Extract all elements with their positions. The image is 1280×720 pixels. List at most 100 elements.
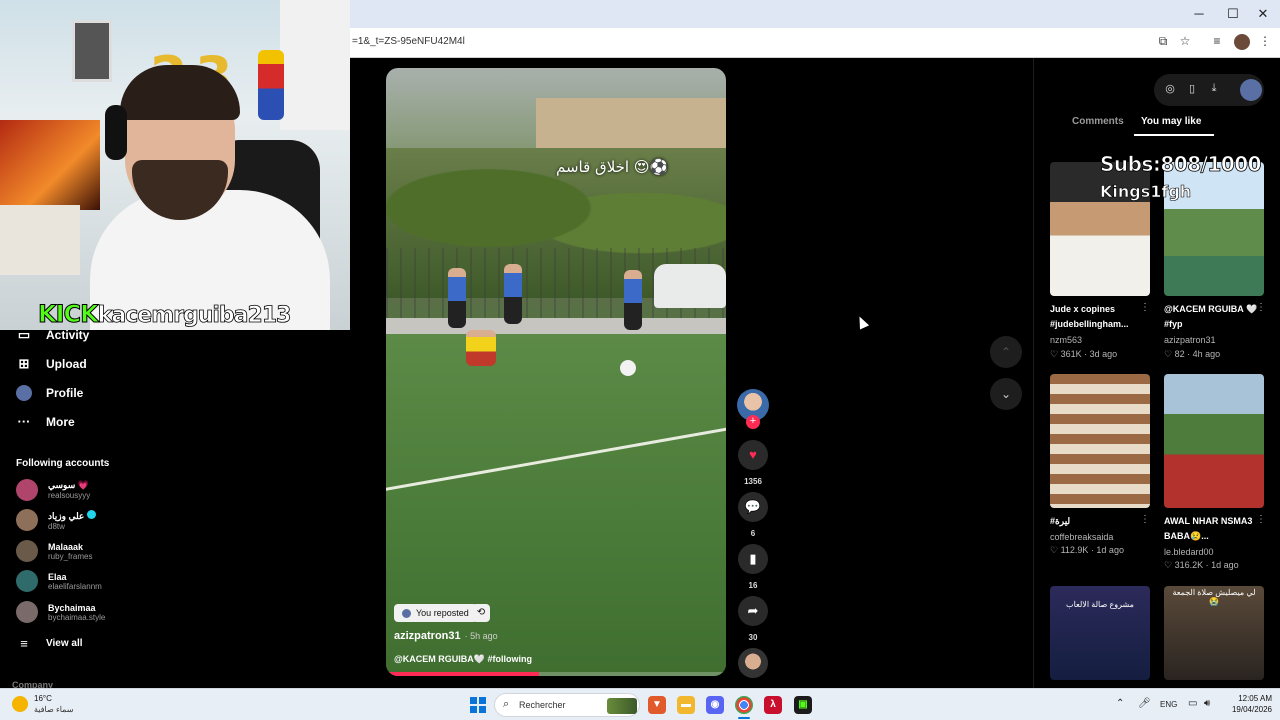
view-all-link[interactable]: ≡ View all	[16, 636, 82, 651]
chevron-up-tray-icon[interactable]: ⌃	[1116, 698, 1124, 709]
more-options-icon[interactable]: ⋮	[1140, 302, 1150, 313]
video-caption[interactable]: @KACEM RGUIBA🤍 #following	[394, 654, 532, 665]
card-user[interactable]: azizpatron31	[1164, 335, 1216, 345]
profile-icon	[16, 385, 32, 401]
close-window-button[interactable]: ✕	[1248, 6, 1278, 22]
install-app-icon[interactable]: ⧉	[1154, 34, 1172, 49]
following-account[interactable]: Malaaak ruby_frames	[16, 540, 92, 562]
minimize-button[interactable]: ─	[1184, 6, 1214, 21]
like-heart-icon[interactable]: ♥	[738, 440, 768, 470]
video-thumbnail[interactable]: لي ميصليش صلاة الجمعة😭	[1164, 586, 1264, 680]
chevron-up-icon[interactable]: ⌃	[990, 336, 1022, 368]
sidebar-item-upload[interactable]: ⊞ Upload	[16, 356, 87, 372]
url-text[interactable]: =1&_t=ZS-95eNFU42M4l	[352, 36, 465, 47]
brave-browser-icon[interactable]: ▼	[648, 696, 666, 714]
card-title[interactable]: Jude x copines #judebellingham...	[1050, 302, 1150, 332]
volume-icon[interactable]: 🔊︎	[1204, 698, 1210, 709]
follow-plus-icon[interactable]: +	[746, 415, 760, 429]
kick-logo: KICK	[38, 300, 100, 329]
acrobat-icon[interactable]: λ	[764, 696, 782, 714]
active-tab-underline	[1134, 134, 1214, 136]
weather-temp[interactable]: 16°C	[34, 694, 52, 703]
music-disc-avatar[interactable]	[738, 648, 768, 678]
thumbnail-text: لي ميصليش صلاة الجمعة😭	[1172, 588, 1256, 606]
card-title[interactable]: #ليرة	[1050, 514, 1150, 529]
share-arrow-icon[interactable]: ➦	[738, 596, 768, 626]
discord-icon[interactable]: ◉	[706, 696, 724, 714]
football	[620, 360, 636, 376]
bookmark-star-icon[interactable]: ☆	[1176, 34, 1194, 48]
bookmark-icon[interactable]: ▮	[738, 544, 768, 574]
account-username: d8tw	[48, 521, 65, 531]
compass-icon[interactable]: ◎	[1162, 82, 1178, 95]
card-title[interactable]: @KACEM RGUIBA 🤍 #fyp	[1164, 302, 1264, 332]
card-user[interactable]: coffebreaksaida	[1050, 532, 1113, 542]
more-dots-icon: ···	[17, 414, 31, 429]
active-app-indicator	[738, 717, 750, 719]
jersey	[280, 0, 350, 130]
windows-taskbar: 16°C سماء صافية ⌕ Rechercher ▼ ▬ ◉ λ ▣ ⌃…	[0, 688, 1280, 720]
language-indicator[interactable]: ENG	[1160, 700, 1177, 709]
video-pitch	[386, 334, 726, 676]
video-player-figure	[504, 264, 522, 324]
chevron-down-icon[interactable]: ⌄	[990, 378, 1022, 410]
media-control-icon[interactable]: ≡	[1208, 34, 1226, 48]
comment-icon[interactable]: 💬	[738, 492, 768, 522]
taskbar-search[interactable]: ⌕ Rechercher	[494, 693, 640, 717]
card-user[interactable]: nzm563	[1050, 335, 1082, 345]
browser-menu-icon[interactable]: ⋮	[1256, 34, 1274, 48]
following-account[interactable]: Bychaimaa bychaimaa.style	[16, 601, 105, 623]
maximize-button[interactable]: ☐	[1218, 6, 1248, 22]
sidebar-item-profile[interactable]: Profile	[16, 385, 83, 401]
streamer-name: kacemrguiba213	[97, 303, 291, 329]
microphone-icon[interactable]: 🎤︎	[1138, 698, 1151, 709]
avatar	[16, 601, 38, 623]
kick-app-icon[interactable]: ▣	[794, 696, 812, 714]
more-options-icon[interactable]: ⋮	[1256, 302, 1266, 313]
sidebar-item-activity[interactable]: ▭ Activity	[16, 327, 90, 343]
account-username: ruby_frames	[48, 551, 93, 561]
author-name[interactable]: azizpatron31	[394, 630, 461, 642]
account-username: bychaimaa.style	[48, 612, 106, 622]
wall-poster	[72, 20, 112, 82]
tab-you-may-like[interactable]: You may like	[1141, 116, 1201, 127]
plus-square-icon: ⊞	[18, 356, 30, 371]
video-progress-bar[interactable]	[386, 672, 726, 676]
address-bar: =1&_t=ZS-95eNFU42M4l ⧉ ☆ ≡ ⋮	[350, 28, 1280, 58]
clock-time[interactable]: 12:05 AM	[1228, 694, 1272, 703]
repost-toggle-icon[interactable]: ⟲	[472, 604, 490, 622]
phone-icon[interactable]: ▯	[1184, 82, 1200, 95]
more-options-icon[interactable]: ⋮	[1256, 514, 1266, 525]
video-thumbnail[interactable]	[1050, 374, 1150, 508]
following-account[interactable]: Elaa elaelifarslannm	[16, 570, 102, 592]
video-thumbnail[interactable]: مشروع صالة الالعاب	[1050, 586, 1150, 680]
following-account[interactable]: سوسي 💗 realsousyyy	[16, 479, 90, 501]
following-account[interactable]: علي وزياد d8tw	[16, 509, 96, 531]
fire-poster	[0, 120, 100, 210]
video-player[interactable]: اخلاق قاسم 😍⚽ You reposted ⟲ azizpatron3…	[386, 68, 726, 676]
reposted-badge[interactable]: You reposted	[394, 604, 477, 622]
tab-comments[interactable]: Comments	[1072, 116, 1124, 127]
sidebar-item-more[interactable]: ··· More	[16, 414, 75, 429]
card-user[interactable]: le.bledard00	[1164, 547, 1214, 557]
avatar	[16, 479, 38, 501]
file-explorer-icon[interactable]: ▬	[677, 696, 695, 714]
network-icon[interactable]: ▭	[1188, 698, 1197, 709]
account-username: elaelifarslannm	[48, 581, 102, 591]
account-name: سوسي 💗	[48, 480, 89, 490]
windows-start-icon[interactable]	[470, 697, 486, 713]
user-avatar[interactable]	[1240, 79, 1262, 101]
download-icon[interactable]: ⤓	[1206, 82, 1222, 95]
video-author[interactable]: azizpatron31 · 5h ago	[394, 630, 498, 642]
clock-date[interactable]: 19/04/2026	[1222, 705, 1272, 714]
account-username: realsousyyy	[48, 491, 91, 500]
browser-profile-avatar[interactable]	[1234, 34, 1250, 50]
weather-moon-icon[interactable]	[12, 696, 28, 712]
more-options-icon[interactable]: ⋮	[1140, 514, 1150, 525]
sidebar-item-label: Activity	[46, 328, 90, 342]
chrome-icon[interactable]	[735, 696, 753, 714]
video-thumbnail[interactable]	[1164, 374, 1264, 508]
weather-desc[interactable]: سماء صافية	[34, 705, 74, 714]
card-title[interactable]: AWAL NHAR NSMA3 BABA😢...	[1164, 514, 1264, 544]
shelf	[0, 205, 80, 275]
